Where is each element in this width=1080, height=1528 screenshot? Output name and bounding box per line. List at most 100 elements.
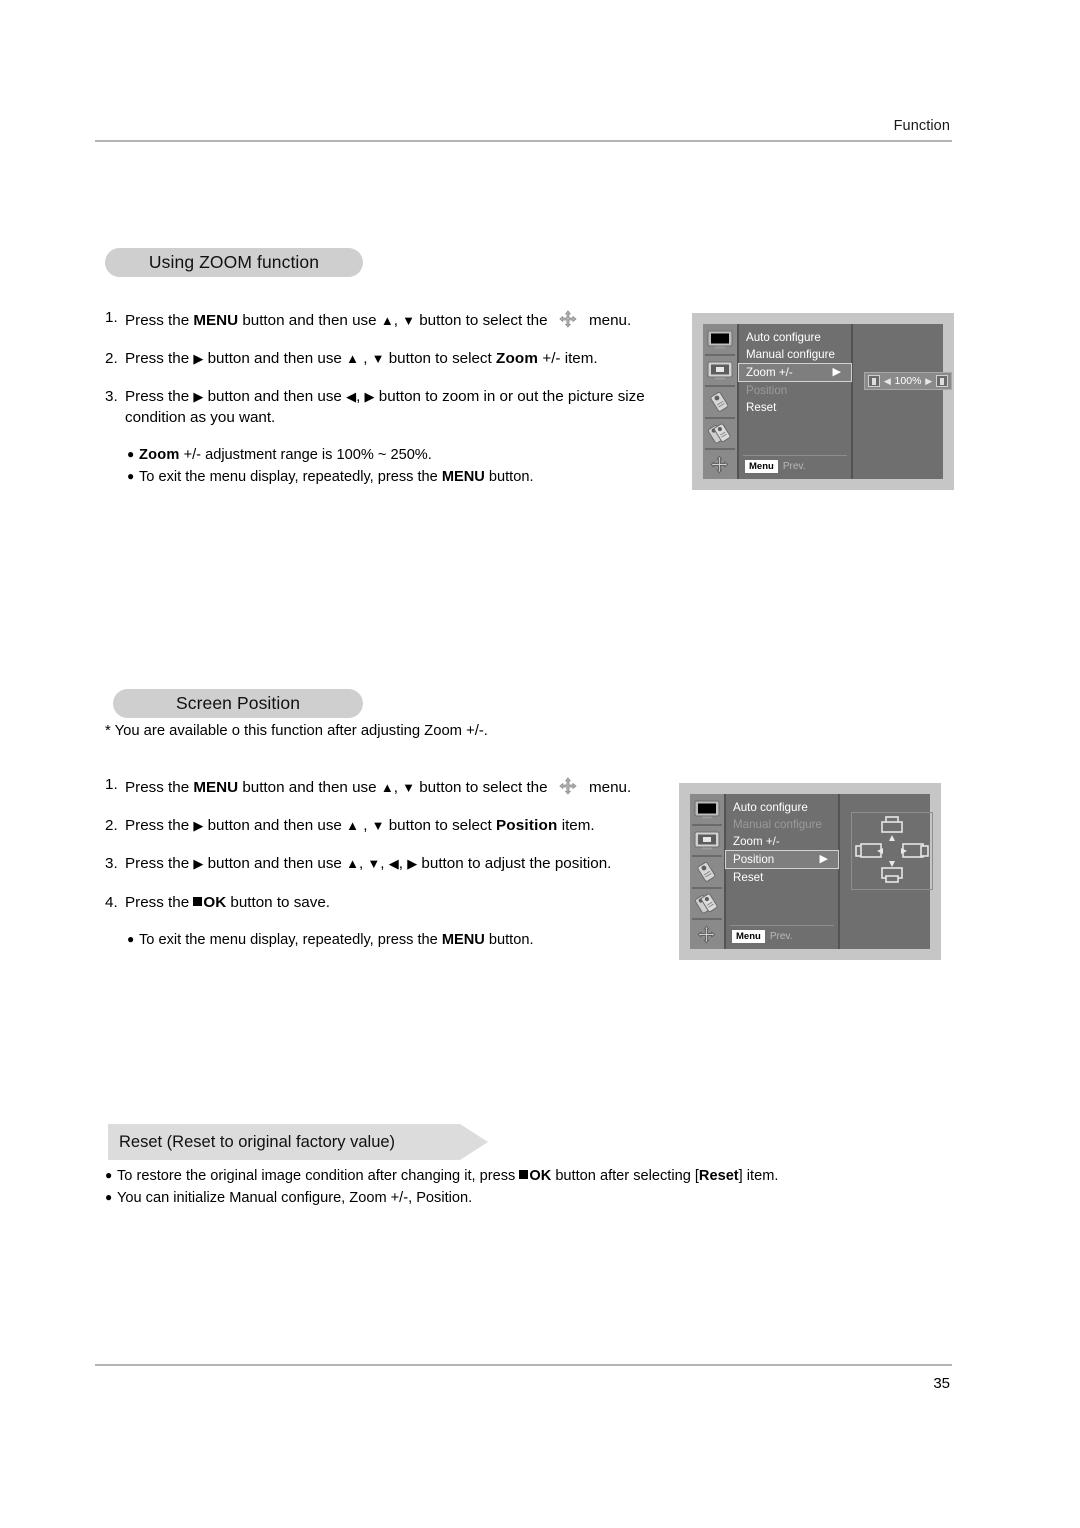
ok-square-icon (193, 896, 203, 906)
osd-menu-key[interactable]: Menu (732, 930, 765, 943)
step-pre: Press the (125, 388, 194, 406)
left-arrow-icon[interactable]: ◀ (884, 376, 891, 387)
menu-keyword: MENU (193, 312, 239, 329)
right-arrow-icon: ▶ (193, 818, 204, 834)
reset-instructions: ● To restore the original image conditio… (105, 1167, 845, 1212)
right-arrow-icon: ▶ (364, 389, 375, 405)
osd-item-zoom[interactable]: Zoom +/- ▶ (738, 363, 852, 382)
up-arrow-icon: ▲ (346, 856, 359, 872)
step-pre: Press the (125, 855, 194, 873)
osd-item-auto-configure[interactable]: Auto configure (739, 329, 851, 346)
osd-item-label: Zoom +/- (733, 835, 780, 848)
osd-item-manual-configure[interactable]: Manual configure (726, 816, 838, 833)
osd-menu-key[interactable]: Menu (745, 460, 778, 473)
position-bullets: ● To exit the menu display, repeatedly, … (127, 931, 675, 950)
zoom-bullets: ● Zoom +/- adjustment range is 100% ~ 25… (127, 446, 695, 488)
osd-body: Auto configure Manual configure Zoom +/-… (703, 324, 952, 479)
right-arrow-icon[interactable]: ▶ (925, 376, 932, 387)
move-icon[interactable] (692, 923, 722, 946)
screen-filled-icon[interactable] (705, 328, 735, 351)
reset-bullet-1: ● To restore the original image conditio… (105, 1167, 845, 1186)
zoom-keyword-suffix: +/- (538, 350, 561, 368)
bullet-dot: ● (127, 446, 135, 461)
ok-keyword: OK (203, 893, 227, 911)
zoom-value-widget[interactable]: ◀ 100% ▶ (864, 372, 952, 390)
osd-item-position[interactable]: Position (739, 382, 851, 399)
right-arrow-icon: ▶ (193, 351, 204, 367)
move-icon[interactable] (705, 453, 735, 476)
bullet-dot: ● (105, 1190, 113, 1205)
osd-item-reset[interactable]: Reset (739, 399, 851, 416)
osd-right-pane: ◀ 100% ▶ (853, 324, 952, 479)
section-heading-position: Screen Position (113, 689, 363, 718)
section-heading-reset-label: Reset (Reset to original factory value) (119, 1132, 396, 1151)
step-number: 1. (105, 309, 118, 326)
osd-item-position[interactable]: Position ▶ (725, 850, 839, 869)
tag-icon[interactable] (705, 390, 735, 413)
position-bullet-1: ● To exit the menu display, repeatedly, … (127, 931, 675, 950)
up-arrow-icon: ▲ (380, 780, 394, 795)
step-text: Press the ▶ button and then use ◀, ▶ but… (125, 387, 695, 427)
banner-arrow-icon (460, 1124, 488, 1160)
up-arrow-icon: ▲ (346, 818, 359, 834)
osd-screenshot-position: Auto configure Manual configure Zoom +/-… (679, 783, 941, 960)
osd-item-reset[interactable]: Reset (726, 869, 838, 886)
up-arrow-icon: ▲ (380, 313, 394, 328)
sep: , (393, 779, 403, 796)
right-arrow-icon: ▶ (832, 366, 841, 378)
rail-divider (692, 824, 722, 827)
position-pad-graphic (855, 816, 929, 883)
bullet-post: button. (484, 469, 534, 486)
screen-box-icon[interactable] (705, 359, 735, 382)
osd-prev-label: Prev. (782, 461, 806, 472)
osd-item-auto-configure[interactable]: Auto configure (726, 799, 838, 816)
osd-screenshot-zoom: Auto configure Manual configure Zoom +/-… (692, 313, 954, 490)
move-icon (557, 308, 580, 330)
bullet-text: To exit the menu display, repeatedly, pr… (139, 468, 534, 487)
down-arrow-icon: ▼ (371, 351, 385, 367)
bullet-dot: ● (127, 931, 135, 946)
double-tag-icon[interactable] (705, 422, 735, 445)
osd-item-label: Position (746, 384, 788, 397)
bullet-pre: To restore the original image condition … (117, 1168, 520, 1184)
menu-keyword: MENU (441, 931, 485, 948)
osd-footer-rule (730, 925, 834, 926)
osd-item-label: Reset (746, 401, 777, 414)
rail-divider (705, 447, 735, 450)
position-step-4: 4. Press the OK button to save. (105, 893, 675, 913)
down-arrow-icon: ▼ (371, 818, 385, 834)
step-text: Press the ▶ button and then use ▲, ▼, ◀,… (125, 854, 675, 874)
sep: , (358, 817, 372, 835)
step-tail: menu. (584, 312, 632, 329)
osd-item-label: Manual configure (746, 348, 835, 361)
osd-footer: Menu Prev. (745, 460, 805, 473)
step-mid: button and then use (238, 312, 381, 329)
bullet-text: Zoom +/- adjustment range is 100% ~ 250%… (139, 446, 432, 465)
osd-item-manual-configure[interactable]: Manual configure (739, 346, 851, 363)
step-pre: Press the (125, 312, 194, 329)
sep: , (380, 855, 389, 873)
double-tag-icon[interactable] (692, 892, 722, 915)
zoom-keyword-suffix: +/- (179, 446, 202, 463)
osd-footer-rule (743, 455, 847, 456)
step-mid: button and then use (238, 779, 381, 796)
reset-bullets: ● To restore the original image conditio… (105, 1167, 845, 1209)
rail-divider (705, 385, 735, 388)
position-step-2: 2. Press the ▶ button and then use ▲ , ▼… (105, 816, 675, 836)
position-adjust-pad[interactable] (851, 812, 933, 890)
down-arrow-icon: ▼ (402, 313, 416, 328)
zoom-step-3: 3. Press the ▶ button and then use ◀, ▶ … (105, 387, 695, 427)
tag-icon[interactable] (692, 860, 722, 883)
menu-keyword: MENU (193, 779, 239, 796)
bullet-pre: To exit the menu display, repeatedly, pr… (139, 469, 442, 486)
bullet-dot: ● (127, 469, 135, 484)
screen-filled-icon[interactable] (692, 798, 722, 821)
osd-item-zoom[interactable]: Zoom +/- (726, 833, 838, 850)
menu-keyword: MENU (441, 469, 485, 486)
screen-box-icon[interactable] (692, 829, 722, 852)
page-number: 35 (933, 1375, 950, 1392)
rail-divider (705, 416, 735, 419)
sep: , (393, 312, 403, 329)
rail-divider (692, 917, 722, 920)
step-post: button to select the (415, 779, 552, 796)
